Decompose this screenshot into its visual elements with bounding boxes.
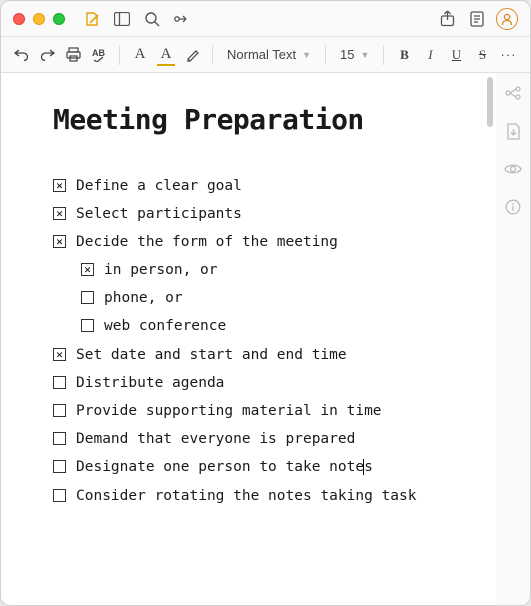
task-text[interactable]: Define a clear goal	[76, 175, 242, 198]
svg-text:AB: AB	[92, 48, 105, 58]
undo-button[interactable]	[9, 42, 33, 68]
paragraph-style-label: Normal Text	[227, 47, 296, 62]
task-checkbox[interactable]	[53, 432, 66, 445]
task-item[interactable]: web conference	[53, 313, 476, 341]
task-checkbox[interactable]	[81, 291, 94, 304]
highlight-button[interactable]	[180, 42, 204, 68]
font-family-button[interactable]: A	[128, 42, 152, 68]
account-avatar[interactable]	[496, 8, 518, 30]
task-text[interactable]: Consider rotating the notes taking task	[76, 485, 416, 508]
task-checkbox[interactable]	[53, 207, 66, 220]
task-item[interactable]: Set date and start and end time	[53, 341, 476, 369]
chevron-down-icon: ▼	[361, 50, 370, 60]
task-text[interactable]: Set date and start and end time	[76, 344, 347, 367]
task-checkbox[interactable]	[53, 376, 66, 389]
more-format-button[interactable]: ···	[496, 42, 520, 68]
task-item[interactable]: in person, or	[53, 257, 476, 285]
font-size-label: 15	[340, 47, 354, 62]
task-text[interactable]: in person, or	[104, 259, 218, 282]
info-icon[interactable]	[503, 197, 523, 217]
paragraph-style-dropdown[interactable]: Normal Text ▼	[221, 47, 317, 62]
text-caret	[363, 459, 364, 475]
format-toolbar: AB A A Normal Text ▼ 15 ▼ B I U S ···	[1, 37, 530, 73]
task-text[interactable]: web conference	[104, 315, 226, 338]
task-checkbox[interactable]	[81, 263, 94, 276]
task-checkbox[interactable]	[53, 235, 66, 248]
task-item[interactable]: Provide supporting material in time	[53, 398, 476, 426]
task-item[interactable]: Designate one person to take notes	[53, 454, 476, 482]
search-icon[interactable]	[141, 8, 163, 30]
task-list[interactable]: Define a clear goal Select participants De…	[53, 172, 476, 510]
redo-button[interactable]	[35, 42, 59, 68]
font-size-dropdown[interactable]: 15 ▼	[334, 47, 375, 62]
scrollbar-thumb[interactable]	[487, 77, 493, 127]
task-text[interactable]: phone, or	[104, 287, 183, 310]
spellcheck-button[interactable]: AB	[87, 42, 111, 68]
task-text[interactable]: Designate one person to take notes	[76, 456, 373, 479]
window-controls	[13, 13, 65, 25]
italic-button[interactable]: I	[418, 42, 442, 68]
underline-button[interactable]: U	[444, 42, 468, 68]
close-window-button[interactable]	[13, 13, 25, 25]
content-area: Meeting Preparation Define a clear goal S…	[1, 73, 530, 605]
task-item[interactable]: Select participants	[53, 200, 476, 228]
side-panel	[496, 73, 530, 605]
link-icon[interactable]	[171, 8, 193, 30]
task-item[interactable]: Consider rotating the notes taking task	[53, 482, 476, 510]
document-title[interactable]: Meeting Preparation	[53, 103, 476, 136]
task-text[interactable]: Provide supporting material in time	[76, 400, 382, 423]
page-settings-icon[interactable]	[466, 8, 488, 30]
export-icon[interactable]	[503, 121, 523, 141]
task-checkbox[interactable]	[53, 489, 66, 502]
task-text[interactable]: Distribute agenda	[76, 372, 224, 395]
bold-button[interactable]: B	[392, 42, 416, 68]
app-window: AB A A Normal Text ▼ 15 ▼ B I U S ··· Me…	[0, 0, 531, 606]
quick-note-icon[interactable]	[81, 8, 103, 30]
task-checkbox[interactable]	[53, 460, 66, 473]
task-item[interactable]: Define a clear goal	[53, 172, 476, 200]
task-item[interactable]: Demand that everyone is prepared	[53, 426, 476, 454]
share-icon[interactable]	[436, 8, 458, 30]
task-item[interactable]: phone, or	[53, 285, 476, 313]
print-button[interactable]	[61, 42, 85, 68]
task-checkbox[interactable]	[53, 348, 66, 361]
task-item[interactable]: Decide the form of the meeting	[53, 228, 476, 256]
minimize-window-button[interactable]	[33, 13, 45, 25]
sidebar-toggle-icon[interactable]	[111, 8, 133, 30]
task-text[interactable]: Demand that everyone is prepared	[76, 428, 355, 451]
task-text[interactable]: Select participants	[76, 203, 242, 226]
task-text[interactable]: Decide the form of the meeting	[76, 231, 338, 254]
outline-icon[interactable]	[503, 83, 523, 103]
preview-icon[interactable]	[503, 159, 523, 179]
font-color-button[interactable]: A	[154, 42, 178, 68]
editor-body[interactable]: Meeting Preparation Define a clear goal S…	[1, 73, 496, 605]
task-checkbox[interactable]	[53, 179, 66, 192]
titlebar	[1, 1, 530, 37]
chevron-down-icon: ▼	[302, 50, 311, 60]
strikethrough-button[interactable]: S	[470, 42, 494, 68]
task-checkbox[interactable]	[53, 404, 66, 417]
task-item[interactable]: Distribute agenda	[53, 369, 476, 397]
zoom-window-button[interactable]	[53, 13, 65, 25]
task-checkbox[interactable]	[81, 319, 94, 332]
